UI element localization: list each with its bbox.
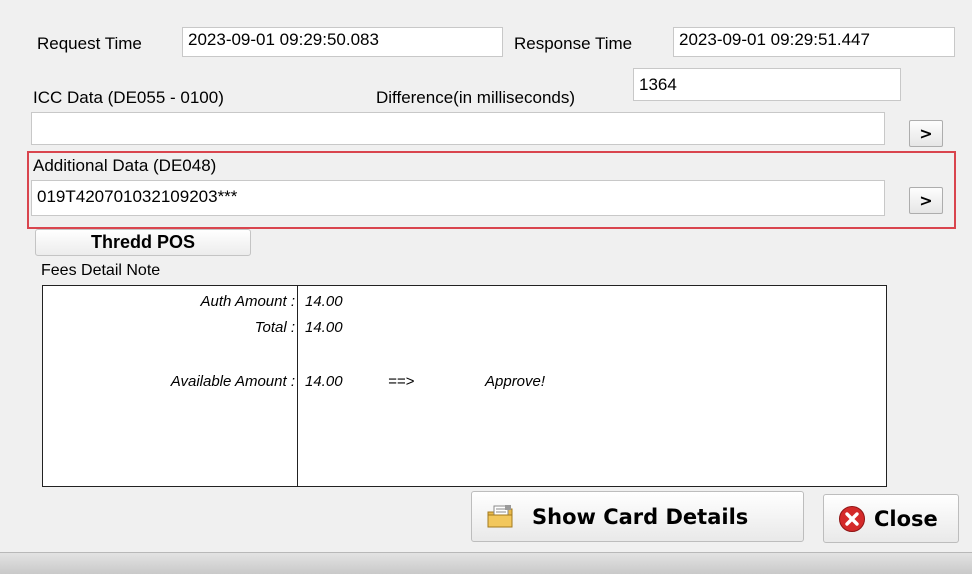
additional-expand-button[interactable]: > (909, 187, 943, 214)
total-label: Total : (254, 319, 295, 336)
response-time-label: Response Time (514, 34, 633, 53)
window-bottom-edge (0, 552, 972, 574)
close-icon (839, 505, 865, 532)
response-time-field[interactable]: 2023-09-01 09:29:51.447 (673, 27, 955, 57)
difference-field[interactable]: 1364 (633, 68, 901, 101)
approval-status: Approve! (485, 373, 546, 390)
request-time-field[interactable]: 2023-09-01 09:29:50.083 (182, 27, 503, 57)
additional-data-field[interactable]: 019T420701032109203*** (31, 180, 885, 216)
close-button[interactable]: Close (823, 494, 959, 543)
show-card-details-label: Show Card Details (532, 504, 749, 529)
total-value: 14.00 (305, 319, 343, 336)
available-amount-label: Available Amount : (170, 373, 295, 390)
fees-detail-note: Auth Amount : 14.00 Total : 14.00 Availa… (42, 285, 887, 487)
transaction-detail-panel: Request Time 2023-09-01 09:29:50.083 Res… (0, 0, 972, 552)
card-details-icon (487, 504, 513, 527)
difference-label: Difference(in milliseconds) (376, 88, 576, 107)
show-card-details-button[interactable]: Show Card Details (471, 491, 804, 542)
icc-data-field[interactable] (31, 112, 885, 145)
tab-thredd-pos[interactable]: Thredd POS (35, 229, 251, 256)
close-label: Close (874, 506, 938, 531)
icc-expand-button[interactable]: > (909, 120, 943, 147)
icc-data-label: ICC Data (DE055 - 0100) (33, 88, 224, 107)
auth-amount-value: 14.00 (305, 293, 343, 310)
result-arrow: ==> (388, 373, 415, 390)
fees-detail-label: Fees Detail Note (41, 262, 161, 279)
auth-amount-label: Auth Amount : (200, 293, 296, 310)
available-amount-value: 14.00 (305, 373, 343, 390)
request-time-label: Request Time (37, 34, 142, 53)
note-column-divider (297, 286, 298, 486)
additional-data-label: Additional Data (DE048) (33, 156, 217, 175)
